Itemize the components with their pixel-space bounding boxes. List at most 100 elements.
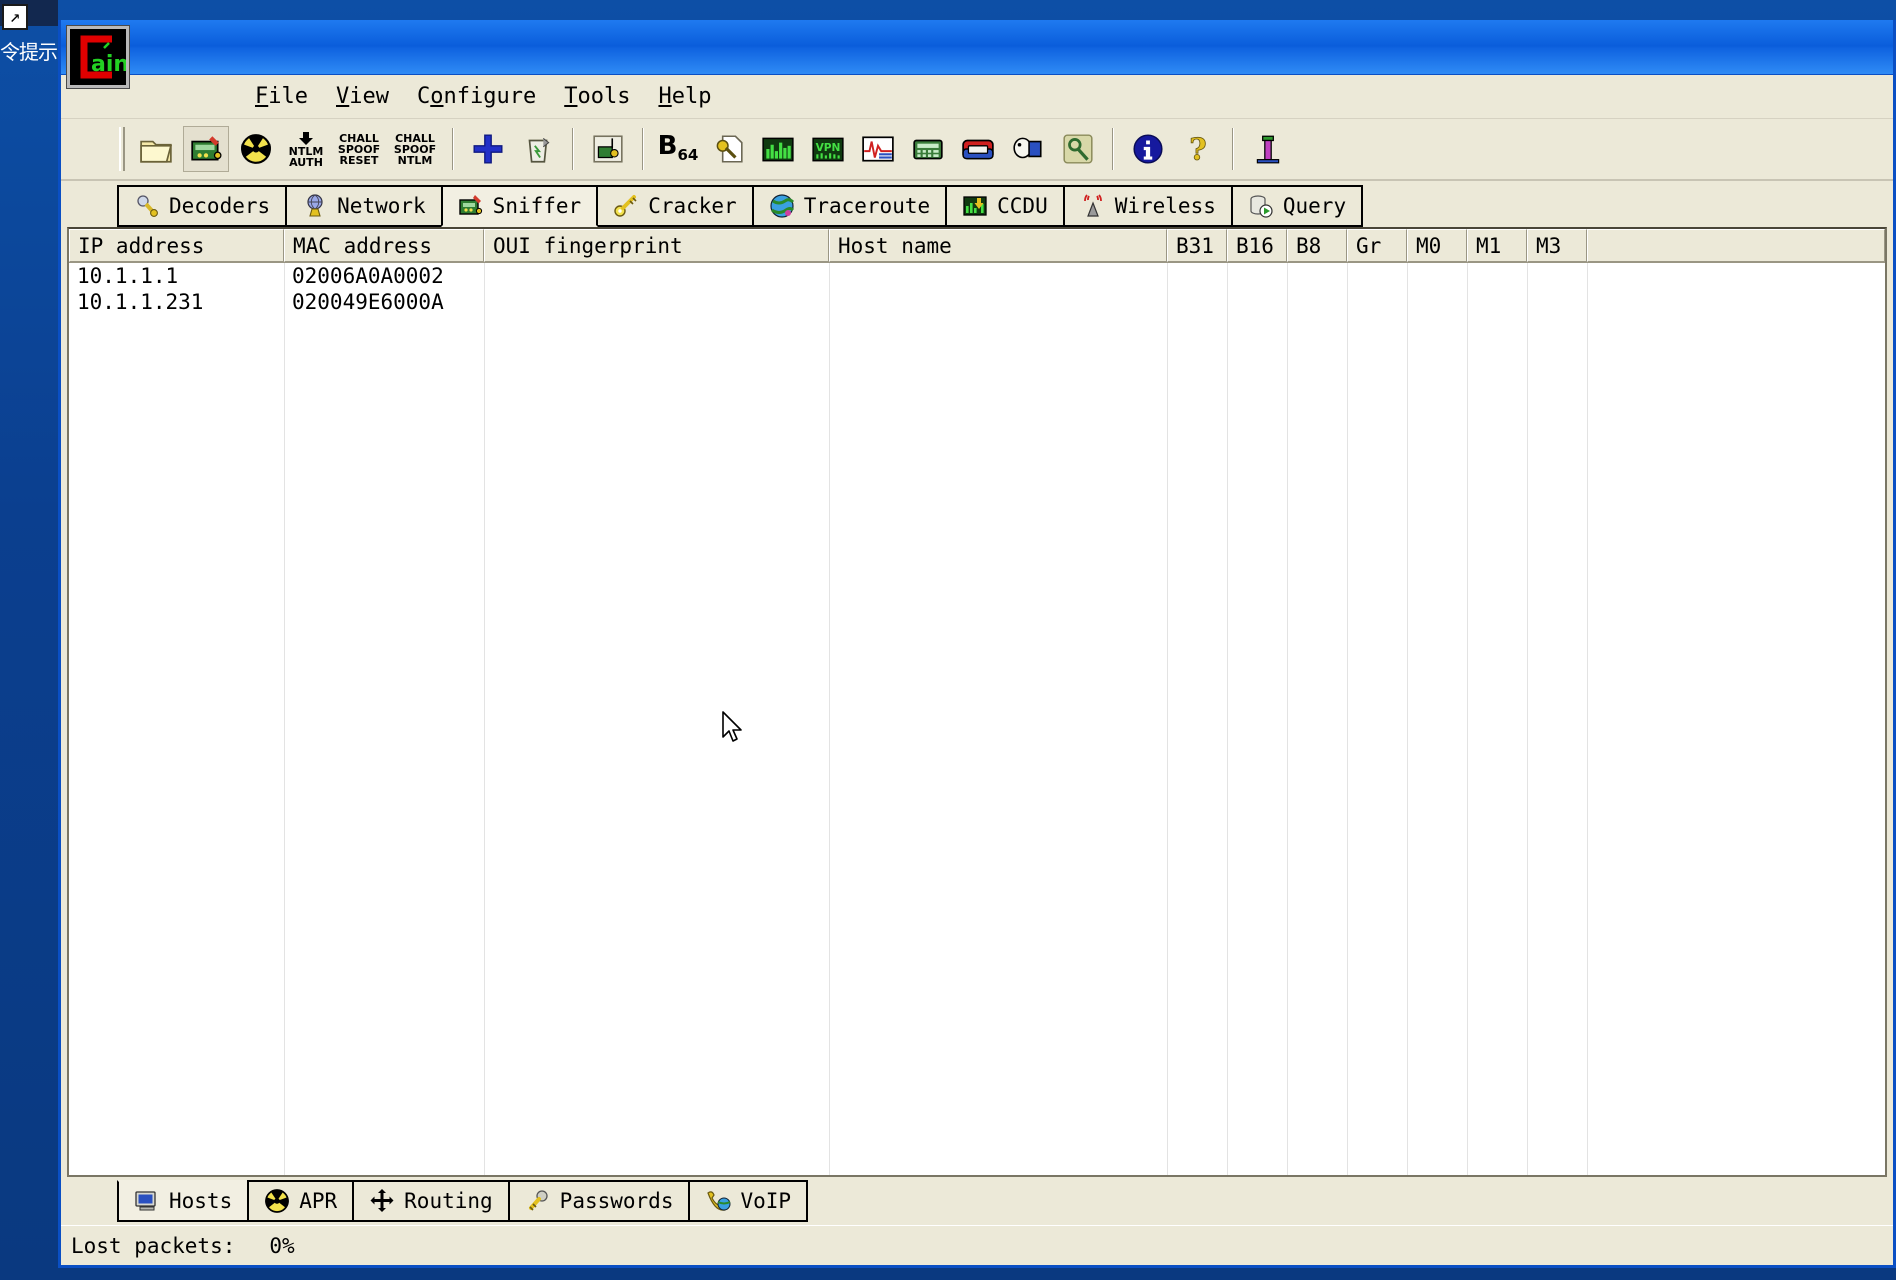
column-header-m0[interactable]: M0	[1407, 229, 1467, 262]
open-folder-button[interactable]	[133, 126, 179, 172]
grid-line	[1407, 263, 1408, 1175]
menu-item-view[interactable]: View	[322, 81, 403, 112]
cell-m0	[1407, 289, 1467, 315]
base64-decoder-button[interactable]: B64	[655, 126, 701, 172]
bottom-tabstrip: Hosts APR Routing Passwords VoIP	[61, 1177, 1893, 1225]
menu-item-help[interactable]: Help	[644, 81, 725, 112]
taskbar-window-label[interactable]: 令提示	[0, 36, 58, 65]
vpn-icon: VPN	[812, 137, 844, 162]
cert-collector-button[interactable]	[955, 126, 1001, 172]
column-header-host-name[interactable]: Host name	[829, 229, 1167, 262]
window-titlebar[interactable]: ain	[61, 20, 1893, 89]
column-header-filler[interactable]	[1587, 229, 1885, 262]
about-button[interactable]	[1125, 126, 1171, 172]
cell-host-name	[829, 289, 1167, 315]
statusbar: Lost packets: 0%	[61, 1225, 1893, 1265]
cain-logo: ain	[66, 25, 130, 89]
b64-subscript: 64	[677, 146, 699, 164]
column-header-oui-fingerprint[interactable]: OUI fingerprint	[484, 229, 829, 262]
tab-traceroute[interactable]: Traceroute	[751, 185, 948, 227]
bottom-tab-voip[interactable]: VoIP	[688, 1180, 809, 1222]
bottom-tab-apr[interactable]: APR	[247, 1180, 355, 1222]
ntlm-auth-button[interactable]: NTLM AUTH	[283, 126, 329, 172]
cell-host-name	[829, 263, 1167, 289]
exit-button[interactable]	[1245, 126, 1291, 172]
chall-spoof-reset-button[interactable]: CHALL SPOOF RESET	[333, 126, 385, 172]
status-lost-packets-label: Lost packets:	[71, 1233, 236, 1258]
cell-gr	[1347, 289, 1407, 315]
tab-ccdu[interactable]: CCDU	[945, 185, 1065, 227]
cell-b31	[1167, 289, 1227, 315]
grid-line	[1467, 263, 1468, 1175]
down-arrow-icon	[299, 131, 313, 145]
column-header-gr[interactable]: Gr	[1347, 229, 1407, 262]
column-header-b8[interactable]: B8	[1287, 229, 1347, 262]
add-to-list-button[interactable]	[465, 126, 511, 172]
remote-network-icon	[1013, 137, 1042, 159]
toolbar: NTLM AUTH CHALL SPOOF RESET CHALL SPOOF NTLM	[61, 119, 1893, 181]
vpn-button[interactable]: VPN	[805, 126, 851, 172]
column-header-b16[interactable]: B16	[1227, 229, 1287, 262]
radiation-icon	[241, 134, 271, 164]
rsa-key-button[interactable]	[705, 126, 751, 172]
info-icon	[1133, 134, 1163, 164]
column-header-m3[interactable]: M3	[1527, 229, 1587, 262]
grid-line	[1287, 263, 1288, 1175]
tab-sniffer[interactable]: Sniffer	[440, 185, 599, 227]
cell-b8	[1287, 289, 1347, 315]
ntlm-auth-label: NTLM AUTH	[288, 144, 324, 169]
column-header-ip-address[interactable]: IP address	[69, 229, 284, 262]
tab-query[interactable]: Query	[1230, 185, 1364, 227]
hosts-listview[interactable]: IP address MAC address OUI fingerprint H…	[67, 227, 1887, 1177]
traffic-analyzer-button[interactable]	[755, 126, 801, 172]
start-stop-apr-button[interactable]	[233, 126, 279, 172]
bottom-tab-routing[interactable]: Routing	[352, 1180, 510, 1222]
shortcut-arrow-icon[interactable]: ↗	[2, 4, 28, 30]
cell-b31	[1167, 263, 1227, 289]
listview-body[interactable]: 10.1.1.1 02006A0A0002 10.1.1.231 020049E…	[69, 263, 1885, 1175]
remove-button[interactable]	[515, 126, 561, 172]
toolbar-separator-5	[1232, 128, 1234, 170]
radiation-icon	[265, 1189, 290, 1213]
tab-cracker[interactable]: Cracker	[596, 185, 754, 227]
grid-line	[829, 263, 830, 1175]
menu-item-tools[interactable]: Tools	[550, 81, 644, 112]
rdp-monitor-button[interactable]	[855, 126, 901, 172]
cell-gr	[1347, 263, 1407, 289]
calculator-button[interactable]	[905, 126, 951, 172]
tab-network[interactable]: Network	[285, 185, 443, 227]
password-crack-button[interactable]	[1055, 126, 1101, 172]
database-play-icon	[1250, 195, 1273, 218]
menu-item-file[interactable]: File	[241, 81, 322, 112]
tab-decoders[interactable]: Decoders	[117, 185, 288, 227]
network-enum-button[interactable]	[585, 126, 631, 172]
grid-line	[1527, 263, 1528, 1175]
bottom-tab-passwords[interactable]: Passwords	[507, 1180, 691, 1222]
table-row[interactable]: 10.1.1.231 020049E6000A	[69, 289, 1885, 315]
bar-chart-down-icon	[963, 196, 987, 216]
bottom-tab-apr-label: APR	[299, 1189, 338, 1213]
toolbar-separator-3	[642, 128, 644, 170]
cell-m1	[1467, 289, 1527, 315]
cell-oui-fingerprint	[484, 263, 829, 289]
menu-item-configure-label: nfigure	[443, 84, 537, 109]
start-stop-sniffer-button[interactable]	[183, 126, 229, 172]
tab-decoders-label: Decoders	[169, 194, 271, 218]
tab-wireless[interactable]: Wireless	[1062, 185, 1233, 227]
chall-spoof-ntlm-button[interactable]: CHALL SPOOF NTLM	[389, 126, 441, 172]
menu-item-configure[interactable]: Configure	[403, 81, 550, 112]
column-header-mac-address[interactable]: MAC address	[284, 229, 484, 262]
help-button[interactable]: ?	[1175, 126, 1221, 172]
bottom-tab-hosts[interactable]: Hosts	[117, 1180, 250, 1222]
toolbar-grip[interactable]	[119, 127, 125, 171]
column-header-m1[interactable]: M1	[1467, 229, 1527, 262]
column-header-b31[interactable]: B31	[1167, 229, 1227, 262]
table-row[interactable]: 10.1.1.1 02006A0A0002	[69, 263, 1885, 289]
listview-header: IP address MAC address OUI fingerprint H…	[69, 229, 1885, 263]
toolbar-separator-4	[1112, 128, 1114, 170]
grid-line	[484, 263, 485, 1175]
cell-oui-fingerprint	[484, 289, 829, 315]
bar-chart-icon	[762, 137, 794, 162]
cell-m1	[1467, 263, 1527, 289]
remote-button[interactable]	[1005, 126, 1051, 172]
